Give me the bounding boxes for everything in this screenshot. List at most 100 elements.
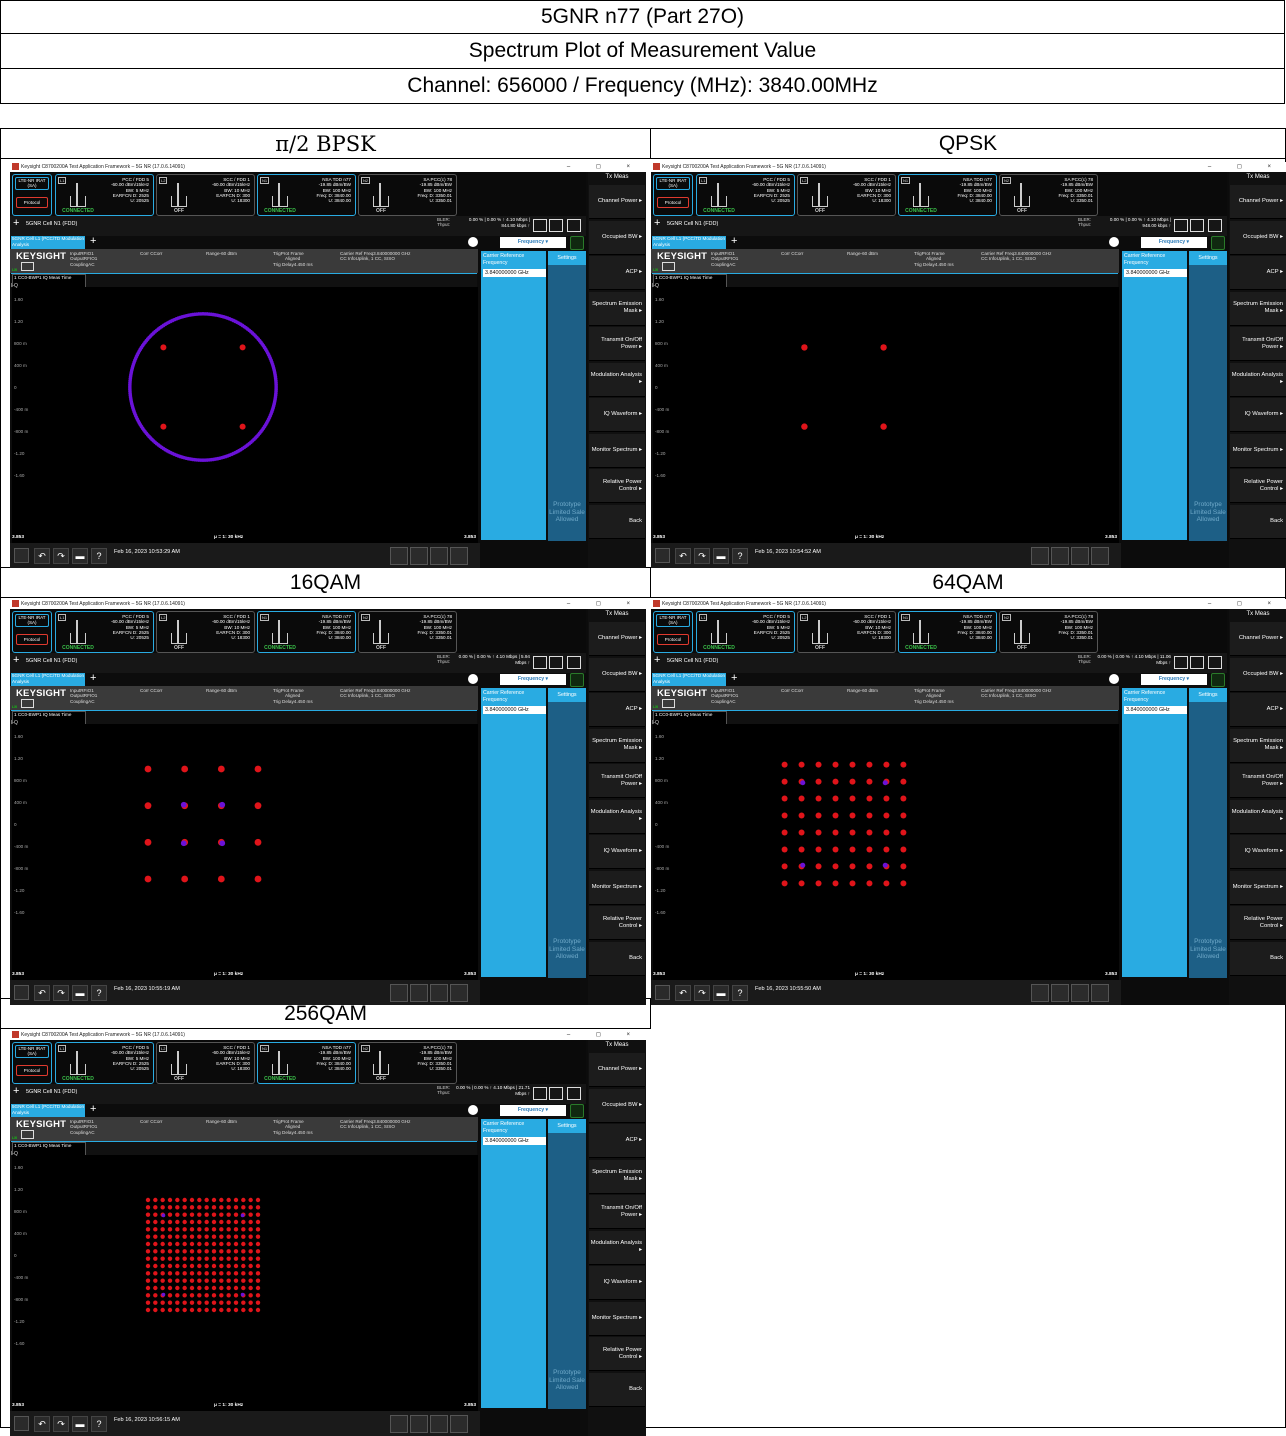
menu-item[interactable]: Back — [589, 941, 645, 976]
add-cell-icon[interactable]: + — [13, 654, 19, 666]
redo-icon[interactable]: ↷ — [694, 985, 710, 1001]
add-tab-icon[interactable]: + — [90, 1104, 96, 1115]
help-icon[interactable]: ? — [91, 548, 107, 564]
protocol-button[interactable]: Protocol — [16, 1065, 48, 1076]
menu-item[interactable]: IQ Waveform ▸ — [589, 1266, 645, 1300]
keyboard-icon[interactable] — [1031, 984, 1049, 1002]
cell-card-n2[interactable]: N2 SA PCC(c) 78 -19.85 dBm/BW BW: 100 MHz Fr… — [999, 611, 1098, 653]
expand-panel-icon[interactable] — [1190, 219, 1204, 232]
help-icon[interactable]: ? — [732, 985, 748, 1001]
expand-panel-icon[interactable] — [1190, 656, 1204, 669]
cell-card-n2[interactable]: N2 SA PCC(c) 78 -19.85 dBm/BW BW: 100 MHz Fr… — [358, 611, 457, 653]
cell-card-l1[interactable]: L1 PCC / FDD 5 -60.00 dBm/15kHz BW: 5 MHz EA… — [696, 174, 795, 216]
folder-icon[interactable]: ▬ — [72, 548, 88, 564]
frequency-dropdown[interactable]: Frequency ▾ — [500, 1105, 566, 1116]
menu-item[interactable]: Transmit On/Off Power ▸ — [589, 327, 645, 361]
menu-item[interactable]: Transmit On/Off Power ▸ — [589, 764, 645, 798]
redo-icon[interactable]: ↷ — [53, 1416, 69, 1432]
cell-card-n1[interactable]: N1 NSA TDD n77 -19.85 dBm/BW BW: 100 MHz Fre… — [257, 611, 356, 653]
settings-tab[interactable]: Settings — [548, 1119, 586, 1133]
restore-panel-icon[interactable] — [567, 656, 581, 669]
menu-item[interactable]: Modulation Analysis ▸ — [589, 1230, 645, 1265]
menu-item[interactable]: Occupied BW ▸ — [589, 220, 645, 255]
settings-tab[interactable]: Settings — [1189, 251, 1227, 265]
menu-item[interactable]: Channel Power ▸ — [589, 185, 645, 219]
add-tab-icon[interactable]: + — [90, 236, 96, 247]
menu-item[interactable]: Spectrum Emission Mask ▸ — [589, 728, 645, 763]
menu-item[interactable]: ACP ▸ — [1230, 693, 1286, 727]
cell-card-n1[interactable]: N1 NSA TDD n77 -19.85 dBm/BW BW: 100 MHz Fre… — [898, 174, 997, 216]
cell-card-n2[interactable]: N2 SA PCC(c) 78 -19.85 dBm/BW BW: 100 MHz Fr… — [999, 174, 1098, 216]
grid-icon[interactable] — [1071, 984, 1089, 1002]
menu-item[interactable]: Relative Power Control ▸ — [589, 469, 645, 503]
measurement-tab[interactable]: 5GNR Cell L1 (PCC/TD Modulation Analysis — [652, 236, 726, 249]
menu-item[interactable]: IQ Waveform ▸ — [1230, 398, 1286, 432]
menu-item[interactable]: Monitor Spectrum ▸ — [1230, 870, 1286, 905]
menu-item[interactable]: Spectrum Emission Mask ▸ — [589, 1159, 645, 1194]
keyboard-icon[interactable] — [390, 1415, 408, 1433]
measurement-tab[interactable]: 5GNR Cell L1 (PCC/TD Modulation Analysis — [652, 673, 726, 686]
redo-icon[interactable]: ↷ — [53, 548, 69, 564]
add-tab-icon[interactable]: + — [90, 673, 96, 684]
menu-item[interactable]: Back — [589, 504, 645, 539]
cell-card-n1[interactable]: N1 NSA TDD n77 -19.85 dBm/BW BW: 100 MHz Fre… — [257, 174, 356, 216]
help-icon[interactable]: ? — [732, 548, 748, 564]
cell-name[interactable]: 5GNR Cell N1 (FDD) — [667, 221, 718, 227]
menu-item[interactable]: Transmit On/Off Power ▸ — [1230, 327, 1286, 361]
undo-icon[interactable]: ↶ — [675, 985, 691, 1001]
menu-item[interactable]: Back — [1230, 504, 1286, 539]
folder-icon[interactable]: ▬ — [72, 985, 88, 1001]
add-cell-icon[interactable]: + — [13, 217, 19, 229]
menu-item[interactable]: Channel Power ▸ — [589, 622, 645, 656]
menu-item[interactable]: IQ Waveform ▸ — [589, 835, 645, 869]
protocol-button[interactable]: Protocol — [657, 197, 689, 208]
menu-item[interactable]: Occupied BW ▸ — [589, 1088, 645, 1123]
windows-start-icon[interactable] — [655, 985, 670, 1000]
cc-dropdown[interactable]: 1 CC0-BWP1 IQ Meas Time — [12, 1142, 86, 1156]
undo-icon[interactable]: ↶ — [675, 548, 691, 564]
menu-item[interactable]: ACP ▸ — [589, 256, 645, 290]
menu-item[interactable]: Occupied BW ▸ — [1230, 220, 1286, 255]
folder-icon[interactable]: ▬ — [72, 1416, 88, 1432]
cell-name[interactable]: 5GNR Cell N1 (FDD) — [26, 658, 77, 664]
menu-item[interactable]: Occupied BW ▸ — [1230, 657, 1286, 692]
menu-item[interactable]: IQ Waveform ▸ — [589, 398, 645, 432]
gear-icon[interactable] — [468, 674, 478, 684]
folder-icon[interactable]: ▬ — [713, 548, 729, 564]
window-controls[interactable]: – ◻ × — [567, 162, 642, 172]
grid-icon[interactable] — [430, 984, 448, 1002]
menu-item[interactable]: Modulation Analysis ▸ — [589, 362, 645, 397]
menu-item[interactable]: ACP ▸ — [1230, 256, 1286, 290]
cc-dropdown[interactable]: 1 CC0-BWP1 IQ Meas Time — [653, 274, 727, 288]
frequency-dropdown[interactable]: Frequency ▾ — [1141, 674, 1207, 685]
cell-name[interactable]: 5GNR Cell N1 (FDD) — [26, 1089, 77, 1095]
add-tab-icon[interactable]: + — [731, 673, 737, 684]
fullscreen-icon[interactable] — [1091, 984, 1109, 1002]
menu-item[interactable]: ACP ▸ — [589, 693, 645, 727]
frequency-dropdown[interactable]: Frequency ▾ — [1141, 237, 1207, 248]
menu-item[interactable]: Relative Power Control ▸ — [589, 906, 645, 940]
minimize-panel-icon[interactable] — [1174, 656, 1188, 669]
settings-tab[interactable]: Settings — [1189, 688, 1227, 702]
minimize-panel-icon[interactable] — [533, 1087, 547, 1100]
cell-card-l1[interactable]: L1 PCC / FDD 5 -60.00 dBm/15kHz BW: 5 MHz EA… — [55, 611, 154, 653]
cell-card-n1[interactable]: N1 NSA TDD n77 -19.85 dBm/BW BW: 100 MHz Fre… — [257, 1042, 356, 1084]
cell-card-l1[interactable]: L1 PCC / FDD 5 -60.00 dBm/15kHz BW: 5 MHz EA… — [55, 1042, 154, 1084]
measurement-tab[interactable]: 5GNR Cell L1 (PCC/TD Modulation Analysis — [11, 236, 85, 249]
cell-name[interactable]: 5GNR Cell N1 (FDD) — [26, 221, 77, 227]
gear-icon[interactable] — [468, 1105, 478, 1115]
cell-card-l1[interactable]: L1 PCC / FDD 5 -60.00 dBm/15kHz BW: 5 MHz EA… — [696, 611, 795, 653]
fullscreen-icon[interactable] — [450, 984, 468, 1002]
minimize-panel-icon[interactable] — [533, 219, 547, 232]
gear-icon[interactable] — [468, 237, 478, 247]
gear-icon[interactable] — [1109, 674, 1119, 684]
undo-icon[interactable]: ↶ — [34, 548, 50, 564]
menu-item[interactable]: Transmit On/Off Power ▸ — [1230, 764, 1286, 798]
touch-icon[interactable] — [1051, 984, 1069, 1002]
grid-icon[interactable] — [1071, 547, 1089, 565]
window-controls[interactable]: – ◻ × — [567, 1030, 642, 1040]
menu-item[interactable]: Relative Power Control ▸ — [1230, 906, 1286, 940]
menu-item[interactable]: Occupied BW ▸ — [589, 657, 645, 692]
grid-icon[interactable] — [430, 547, 448, 565]
gear-icon[interactable] — [1109, 237, 1119, 247]
